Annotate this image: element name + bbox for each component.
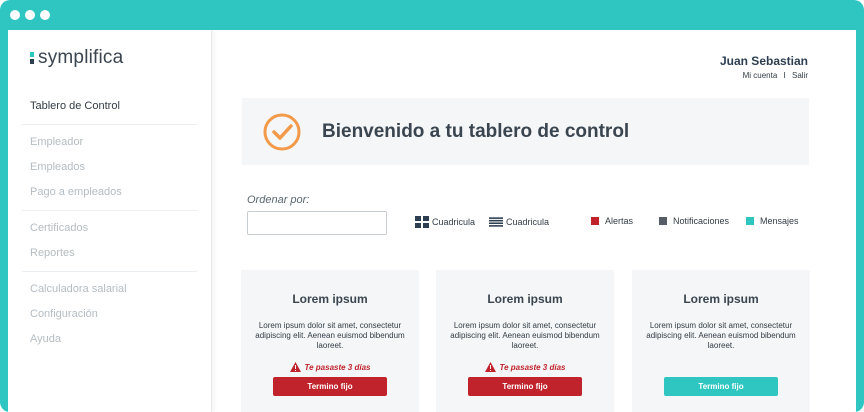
- view-grid-label: Cuadricula: [432, 217, 476, 227]
- sidebar-item-configuracion[interactable]: Configuración: [8, 302, 211, 327]
- card[interactable]: Lorem ipsum Lorem ipsum dolor sit amet, …: [241, 270, 419, 412]
- message-square-icon: [746, 217, 754, 225]
- contract-type-button[interactable]: Termino fijo: [664, 377, 778, 396]
- user-links: Mi cuenta I Salir: [720, 71, 808, 80]
- warning-icon: [289, 362, 301, 372]
- sidebar-item-calculadora[interactable]: Calculadora salarial: [8, 277, 211, 302]
- card-title: Lorem ipsum: [487, 292, 563, 306]
- user-panel: Juan Sebastian Mi cuenta I Salir: [720, 54, 808, 80]
- card-body: Lorem ipsum dolor sit amet, consectetur …: [255, 321, 405, 350]
- notification-square-icon: [659, 217, 667, 225]
- divider: [22, 271, 197, 272]
- my-account-link[interactable]: Mi cuenta: [743, 71, 778, 80]
- card-title: Lorem ipsum: [683, 292, 759, 306]
- check-circle-icon: [263, 113, 301, 150]
- list-view-icon: [489, 217, 503, 227]
- legend-label: Mensajes: [760, 216, 799, 226]
- sidebar-item-ayuda[interactable]: Ayuda: [8, 327, 211, 352]
- sidebar-item-pago-empleados[interactable]: Pago a empleados: [8, 180, 211, 205]
- sidebar-item-empleador[interactable]: Empleador: [8, 130, 211, 155]
- window-controls: [10, 10, 50, 20]
- sidebar: symplifica Tablero de Control Empleador …: [8, 30, 212, 412]
- separator: I: [783, 71, 786, 80]
- divider: [22, 124, 197, 125]
- card[interactable]: Lorem ipsum Lorem ipsum dolor sit amet, …: [436, 270, 614, 412]
- card-warning-text: Te pasaste 3 días: [499, 362, 566, 372]
- welcome-banner: Bienvenido a tu tablero de control: [242, 98, 809, 165]
- view-grid-toggle[interactable]: Cuadricula: [415, 216, 475, 228]
- alert-square-icon: [591, 217, 599, 225]
- warning-icon: [484, 362, 496, 372]
- logo-text: symplifica: [38, 47, 124, 68]
- divider: [22, 210, 197, 211]
- legend-label: Notificaciones: [673, 216, 730, 226]
- legend-label: Alertas: [605, 216, 634, 226]
- sidebar-item-certificados[interactable]: Certificados: [8, 216, 211, 241]
- legend-mensajes[interactable]: Mensajes: [746, 216, 799, 226]
- card-body: Lorem ipsum dolor sit amet, consectetur …: [646, 321, 796, 350]
- sidebar-menu: Tablero de Control Empleador Empleados P…: [8, 94, 211, 352]
- logout-link[interactable]: Salir: [792, 71, 808, 80]
- grid-view-icon: [415, 216, 429, 228]
- sidebar-item-empleados[interactable]: Empleados: [8, 155, 211, 180]
- legend-notificaciones[interactable]: Notificaciones: [659, 216, 729, 226]
- logo[interactable]: symplifica: [30, 47, 123, 69]
- view-list-toggle[interactable]: Cuadricula: [489, 216, 549, 228]
- app-screen: symplifica Tablero de Control Empleador …: [8, 30, 856, 412]
- contract-type-button[interactable]: Termino fijo: [273, 377, 387, 396]
- window-dot[interactable]: [25, 10, 35, 20]
- card-warning: Te pasaste 3 días: [241, 362, 419, 372]
- sort-input[interactable]: [247, 211, 387, 235]
- browser-window: symplifica Tablero de Control Empleador …: [0, 0, 864, 412]
- card-body: Lorem ipsum dolor sit amet, consectetur …: [450, 321, 600, 350]
- main-content: Juan Sebastian Mi cuenta I Salir Bienven…: [212, 30, 856, 412]
- logo-mark-icon: [30, 52, 34, 64]
- window-dot[interactable]: [40, 10, 50, 20]
- card-title: Lorem ipsum: [292, 292, 368, 306]
- user-name: Juan Sebastian: [719, 54, 808, 68]
- contract-type-button[interactable]: Termino fijo: [468, 377, 582, 396]
- card[interactable]: Lorem ipsum Lorem ipsum dolor sit amet, …: [632, 270, 810, 412]
- view-list-label: Cuadricula: [506, 217, 550, 227]
- welcome-title: Bienvenido a tu tablero de control: [322, 120, 630, 142]
- legend-alertas[interactable]: Alertas: [591, 216, 633, 226]
- sort-label: Ordenar por:: [247, 194, 310, 206]
- sidebar-item-tablero[interactable]: Tablero de Control: [8, 94, 211, 119]
- card-warning-text: Te pasaste 3 días: [304, 362, 371, 372]
- sidebar-item-reportes[interactable]: Reportes: [8, 241, 211, 266]
- card-warning: Te pasaste 3 días: [436, 362, 614, 372]
- window-dot[interactable]: [10, 10, 20, 20]
